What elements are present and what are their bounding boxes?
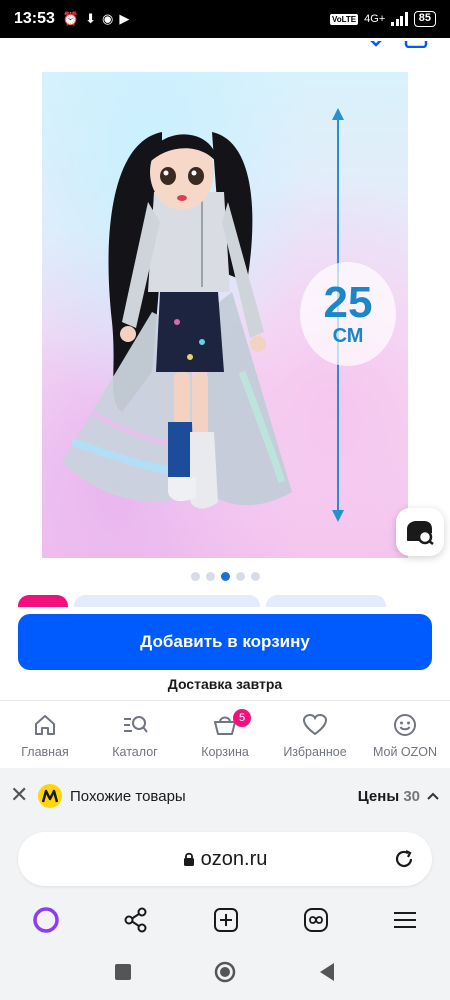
tab-label: Мой OZON [372,744,438,759]
alice-assistant-icon[interactable] [31,905,61,935]
heart-icon [302,713,328,735]
status-notification-icons: ⏰ ⬇ ◉ ▶ [63,11,129,27]
app-notification-icon: ◉ [102,11,114,26]
browser-toolbar [0,896,450,944]
close-icon[interactable]: ✕ [10,784,30,806]
signal-icon [391,12,408,26]
menu-icon[interactable] [391,906,419,934]
carousel-dot[interactable] [190,572,200,581]
chips-row-clipped [18,595,450,607]
home-icon [35,714,55,735]
back-icon[interactable] [318,962,336,982]
delivery-info: Доставка завтра [167,676,283,692]
smiley-icon [394,713,416,736]
size-unit: СМ [332,325,364,347]
browser-url-area: ozon.ru [0,824,450,896]
info-chip[interactable] [266,595,386,607]
lock-icon [183,852,194,866]
prices-count[interactable]: Цены 30 [358,788,420,805]
bottom-tab-bar: Главная Каталог 5 Корзина Избранное Мой … [0,700,450,768]
carousel-dot[interactable] [250,572,260,581]
similar-products-title: Похожие товары [70,787,186,805]
tab-label: Избранное [283,744,347,759]
tab-my-ozon[interactable]: Мой OZON [360,701,450,768]
volte-icon: VoLTE [329,13,359,25]
alarm-icon: ⏰ [62,11,80,26]
status-indicators: VoLTE 4G+ 85 [329,11,436,27]
play-icon: ▶ [119,11,130,26]
download-icon: ⬇ [85,11,97,26]
tabs-icon[interactable] [302,906,330,934]
size-value: 25 [323,278,373,327]
recents-icon[interactable] [114,963,132,981]
tab-cart[interactable]: 5 Корзина [180,701,270,768]
header-remnant [0,38,450,48]
discount-chip [18,595,68,607]
info-chip[interactable] [74,595,260,607]
url-bar[interactable]: ozon.ru [18,832,432,886]
catalog-search-icon [124,715,148,733]
url-text: ozon.ru [200,847,268,870]
cart-badge: 5 [233,709,251,727]
new-tab-icon[interactable] [212,906,240,934]
product-image[interactable]: 25 СМ [42,72,408,558]
status-time: 13:53 [14,10,55,27]
yandex-market-logo-icon [38,784,62,808]
network-type: 4G+ [364,13,386,25]
image-search-icon [407,521,434,545]
size-label: 25 СМ [300,262,396,366]
reload-icon[interactable] [392,847,416,871]
carousel-dots [0,572,450,581]
carousel-dot[interactable] [235,572,245,581]
tab-home[interactable]: Главная [0,701,90,768]
carousel-dot[interactable] [205,572,215,581]
battery-icon: 85 [413,11,436,27]
add-to-cart-button[interactable]: Добавить в корзину [18,614,432,670]
tab-label: Корзина [201,744,249,759]
carousel-dot-active[interactable] [220,572,230,581]
system-nav-bar [0,944,450,1000]
similar-products-bar[interactable]: ✕ Похожие товары Цены 30 [0,768,450,824]
tab-label: Главная [21,744,69,759]
tab-label: Каталог [112,744,158,759]
prices-label: Цены [357,787,400,805]
tab-catalog[interactable]: Каталог [90,701,180,768]
image-search-button[interactable] [396,508,444,556]
share-icon[interactable] [122,906,150,934]
chevron-up-icon[interactable] [426,788,440,804]
prices-count-value: 30 [403,787,420,805]
tab-favorites[interactable]: Избранное [270,701,360,768]
home-nav-icon[interactable] [214,961,236,983]
status-bar: 13:53 ⏰ ⬇ ◉ ▶ VoLTE 4G+ 85 [0,0,450,38]
